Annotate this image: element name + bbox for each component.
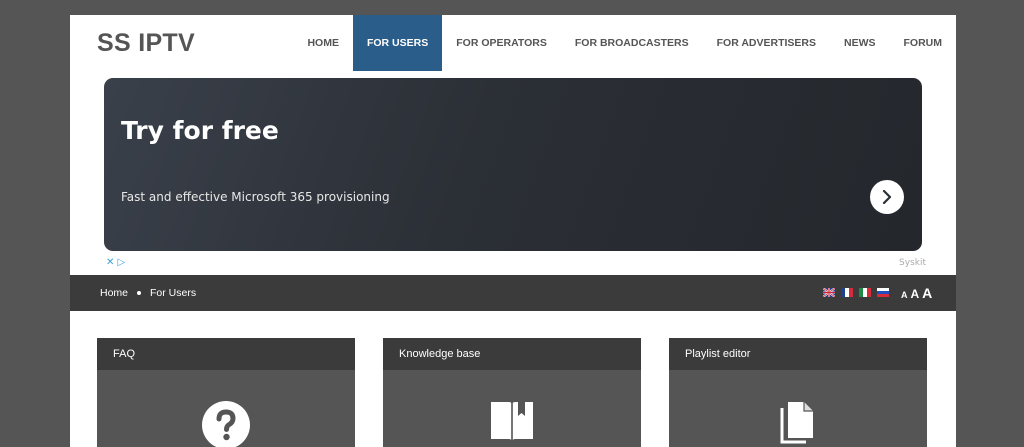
page-container: SS IPTV HOME FOR USERS FOR OPERATORS FOR… [70, 15, 956, 447]
breadcrumb-home[interactable]: Home [100, 287, 128, 299]
nav-forum[interactable]: FORUM [890, 15, 957, 71]
nav-home[interactable]: HOME [293, 15, 353, 71]
font-size-medium[interactable]: A [911, 287, 920, 301]
card-title: Knowledge base [383, 338, 641, 370]
ad-choices-icon[interactable]: ✕ ▷ [106, 257, 125, 268]
book-icon [491, 402, 533, 442]
site-logo[interactable]: SS IPTV [97, 29, 195, 58]
card-title: FAQ [97, 338, 355, 370]
ad-title: Try for free [121, 116, 279, 145]
breadcrumb-separator [137, 291, 142, 295]
breadcrumb-current: For Users [150, 287, 197, 299]
card-playlist-editor[interactable]: Playlist editor [669, 338, 927, 447]
nav-for-users[interactable]: FOR USERS [352, 15, 443, 71]
card-knowledge-base[interactable]: Knowledge base [383, 338, 641, 447]
ad-banner[interactable]: Try for free Fast and effective Microsof… [104, 78, 922, 251]
ad-subtitle: Fast and effective Microsoft 365 provisi… [121, 190, 390, 204]
language-selector [823, 288, 889, 297]
document-icon [780, 402, 813, 444]
font-size-controls: A A A [901, 285, 932, 301]
font-size-large[interactable]: A [922, 285, 932, 301]
italy-flag-icon[interactable] [859, 288, 871, 297]
ad-brand-label[interactable]: Syskit [899, 258, 926, 268]
breadcrumb: Home For Users [100, 275, 196, 311]
nav-news[interactable]: NEWS [830, 15, 890, 71]
nav-for-broadcasters[interactable]: FOR BROADCASTERS [561, 15, 703, 71]
nav-for-advertisers[interactable]: FOR ADVERTISERS [703, 15, 830, 71]
font-size-small[interactable]: A [901, 290, 908, 300]
card-title: Playlist editor [669, 338, 927, 370]
france-flag-icon[interactable] [841, 288, 853, 297]
main-nav: HOME FOR USERS FOR OPERATORS FOR BROADCA… [293, 15, 956, 71]
breadcrumb-bar: Home For Users A A A [70, 275, 956, 311]
question-icon [202, 401, 250, 447]
card-faq[interactable]: FAQ [97, 338, 355, 447]
site-header: SS IPTV HOME FOR USERS FOR OPERATORS FOR… [70, 15, 956, 71]
chevron-right-icon [882, 190, 892, 204]
ad-next-button[interactable] [870, 180, 904, 214]
russia-flag-icon[interactable] [877, 288, 889, 297]
uk-flag-icon[interactable] [823, 288, 835, 297]
nav-for-operators[interactable]: FOR OPERATORS [442, 15, 561, 71]
